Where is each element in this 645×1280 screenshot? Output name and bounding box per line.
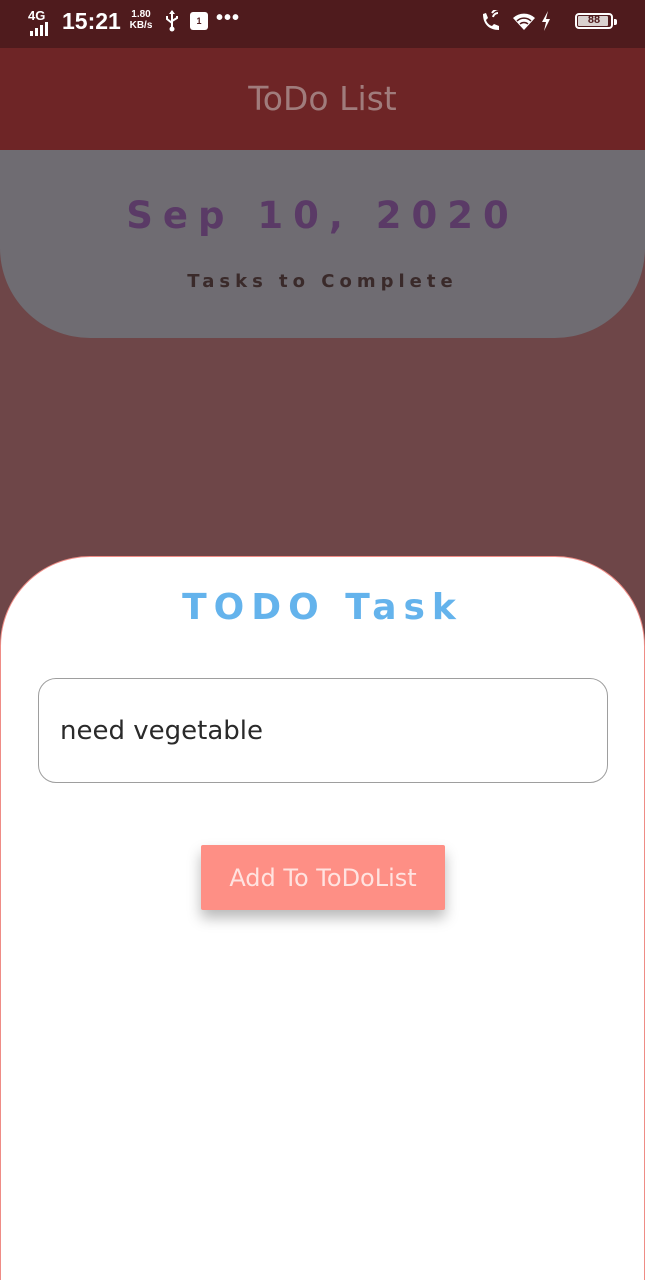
wifi-icon [511,10,537,37]
network-speed: 1.80 KB/s [128,9,154,31]
header-date: Sep 10, 2020 [126,194,519,237]
more-icon: ••• [216,7,241,29]
sim-icon: 1 [190,12,208,30]
sheet-title: TODO Task [182,587,463,628]
app-bar: ToDo List [0,48,645,150]
network-type: 4G [28,8,46,23]
network-speed-value: 1.80 [131,9,151,20]
wifi-call-icon [479,8,503,37]
add-to-todolist-button[interactable]: Add To ToDoList [201,845,445,910]
signal-icon [30,22,48,36]
battery-icon: 88 [575,13,617,29]
network-speed-unit: KB/s [129,20,153,31]
battery-level: 88 [587,14,601,26]
status-bar: 4G 15:21 1.80 KB/s 1 ••• 88 [0,0,645,48]
header-subtitle: Tasks to Complete [187,271,458,292]
status-bar-right: 88 [461,6,621,42]
status-time: 15:21 [62,8,121,34]
app-title: ToDo List [248,79,397,118]
add-task-sheet: TODO Task Add To ToDoList [0,556,645,1280]
header-card: Sep 10, 2020 Tasks to Complete [0,150,645,338]
charging-icon [541,10,551,37]
usb-icon [164,10,180,37]
task-input[interactable] [38,678,608,783]
